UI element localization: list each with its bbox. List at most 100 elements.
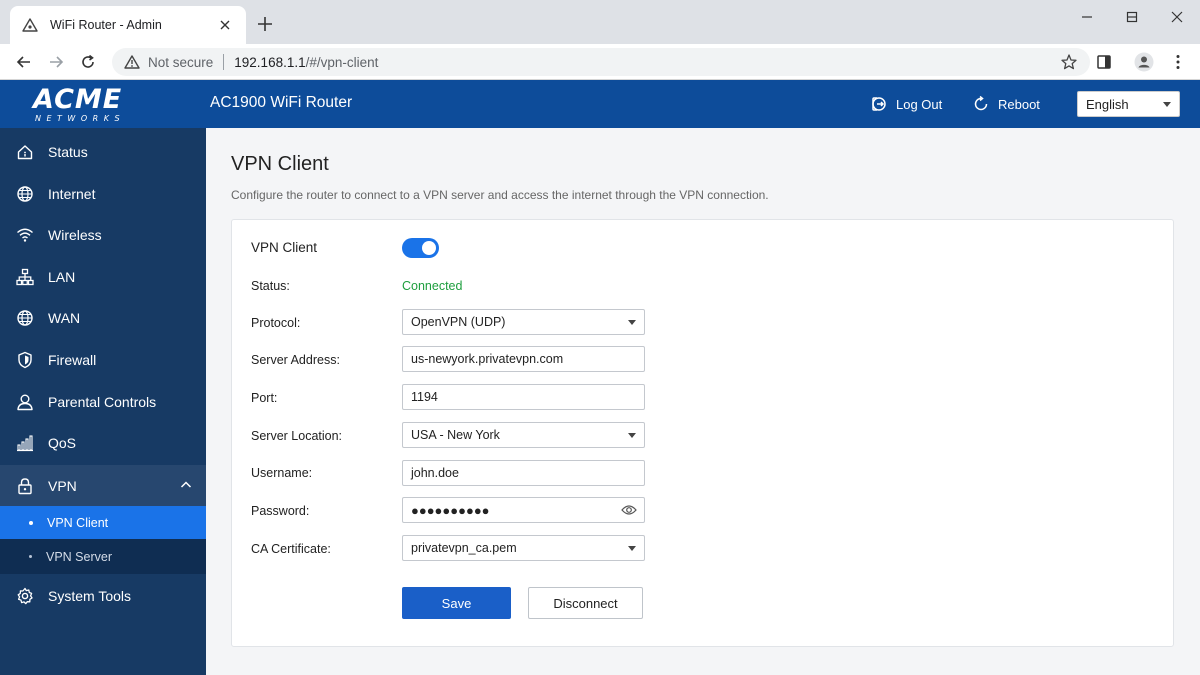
server-location-select[interactable]: USA - New York <box>402 422 645 448</box>
acme-logo[interactable]: ACME NETWORKS <box>33 86 147 124</box>
caret-down-icon <box>1163 102 1171 107</box>
sidebar-item-system-tools[interactable]: System Tools <box>0 576 206 616</box>
sidebar-item-label: Status <box>48 144 88 160</box>
caret-down-icon <box>628 546 636 551</box>
logout-button[interactable]: Log Out <box>870 94 942 114</box>
port-input[interactable]: 1194 <box>402 384 645 410</box>
sidebar-item-status[interactable]: Status <box>0 132 206 172</box>
sidebar-item-label: QoS <box>48 435 77 451</box>
chevron-up-icon <box>180 478 192 490</box>
port-label: Port: <box>251 391 278 405</box>
sidebar-subitem-vpn-client[interactable]: VPN Client <box>0 506 206 539</box>
bullet-dot-icon <box>29 520 33 525</box>
vpn-client-toggle[interactable] <box>402 238 439 258</box>
ca-certificate-value: privatevpn_ca.pem <box>411 541 517 555</box>
password-value: ●●●●●●●●●● <box>411 502 490 518</box>
logo-text: ACME <box>33 84 123 115</box>
bar-chart-icon <box>16 434 34 452</box>
sidebar-subitem-label: VPN Server <box>46 549 112 564</box>
url-path: /#/vpn-client <box>305 54 379 70</box>
back-arrow-icon[interactable] <box>14 52 34 72</box>
password-label: Password: <box>251 504 310 518</box>
sidebar-item-label: Internet <box>48 186 96 202</box>
protocol-select[interactable]: OpenVPN (UDP) <box>402 309 645 335</box>
sidebar-item-internet[interactable]: Internet <box>0 174 206 214</box>
address-bar[interactable]: Not secure 192.168.1.1/#/vpn-client <box>112 48 1090 76</box>
sidebar-item-lan[interactable]: LAN <box>0 257 206 297</box>
logo-subtext: NETWORKS <box>35 114 126 123</box>
page-description: Configure the router to connect to a VPN… <box>231 188 769 202</box>
warning-triangle-icon <box>22 17 38 33</box>
sidebar-item-wan[interactable]: WAN <box>0 298 206 338</box>
close-window-icon[interactable] <box>1166 8 1188 26</box>
browser-toolbar: Not secure 192.168.1.1/#/vpn-client <box>0 44 1200 80</box>
username-label: Username: <box>251 466 313 480</box>
new-tab-icon[interactable] <box>256 15 274 33</box>
sidebar-subitem-vpn-server[interactable]: VPN Server <box>0 540 206 573</box>
sidebar-item-label: LAN <box>48 269 76 285</box>
sidebar-item-label: Firewall <box>48 352 97 368</box>
reboot-icon <box>972 95 990 113</box>
home-icon <box>16 143 34 161</box>
warning-triangle-icon <box>124 54 140 70</box>
password-input[interactable]: ●●●●●●●●●● <box>402 497 645 523</box>
save-button[interactable]: Save <box>402 587 511 619</box>
reboot-label: Reboot <box>998 96 1040 112</box>
toggle-knob <box>422 241 436 255</box>
page-title: VPN Client <box>231 153 329 175</box>
sidebar-item-label: System Tools <box>48 588 131 604</box>
sidebar-item-vpn[interactable]: VPN <box>0 465 206 506</box>
protocol-value: OpenVPN (UDP) <box>411 315 506 329</box>
eye-icon[interactable] <box>621 503 637 517</box>
browser-menu-icon[interactable] <box>1168 52 1188 72</box>
browser-tab[interactable]: WiFi Router - Admin <box>10 6 246 44</box>
globe-icon <box>16 309 34 327</box>
close-tab-icon[interactable] <box>216 16 234 34</box>
caret-down-icon <box>628 433 636 438</box>
product-title: AC1900 WiFi Router <box>210 94 353 111</box>
maximize-window-icon[interactable] <box>1121 8 1143 26</box>
sidebar-item-wireless[interactable]: Wireless <box>0 215 206 255</box>
logout-icon <box>870 95 888 113</box>
status-label: Status: <box>251 279 290 293</box>
language-select[interactable]: English <box>1077 91 1180 117</box>
network-icon <box>16 268 34 286</box>
sidebar-item-label: Parental Controls <box>48 394 157 410</box>
sidebar-item-firewall[interactable]: Firewall <box>0 340 206 380</box>
reboot-button[interactable]: Reboot <box>972 94 1040 114</box>
sidebar: Status Internet Wireless LAN WAN Firewal… <box>0 128 206 675</box>
server-address-label: Server Address: <box>251 353 340 367</box>
sidebar-item-parental-controls[interactable]: Parental Controls <box>0 382 206 422</box>
sidebar-subitem-label: VPN Client <box>47 515 109 530</box>
forward-arrow-icon[interactable] <box>46 52 66 72</box>
username-input[interactable]: john.doe <box>402 460 645 486</box>
address-separator <box>223 54 225 70</box>
bullet-dot-icon <box>29 555 32 558</box>
logout-label: Log Out <box>896 96 943 112</box>
globe-icon <box>16 185 34 203</box>
sidebar-item-label: WAN <box>48 310 81 326</box>
profile-avatar-icon[interactable] <box>1134 52 1154 72</box>
url-text: 192.168.1.1/#/vpn-client <box>234 55 378 70</box>
server-address-input[interactable]: us-newyork.privatevpn.com <box>402 346 645 372</box>
language-value: English <box>1086 96 1129 112</box>
tab-title: WiFi Router - Admin <box>50 18 162 32</box>
port-value: 1194 <box>411 390 438 404</box>
vpn-client-form: VPN Client Status: Connected Protocol: O… <box>231 219 1174 647</box>
bookmark-star-icon[interactable] <box>1060 53 1078 71</box>
side-panel-icon[interactable] <box>1094 52 1114 72</box>
caret-down-icon <box>628 320 636 325</box>
username-value: john.doe <box>411 466 459 480</box>
vpn-client-label: VPN Client <box>251 240 318 255</box>
main-content: VPN Client Configure the router to conne… <box>206 128 1200 675</box>
sidebar-item-qos[interactable]: QoS <box>0 423 206 463</box>
disconnect-button[interactable]: Disconnect <box>528 587 643 619</box>
ca-certificate-select[interactable]: privatevpn_ca.pem <box>402 535 645 561</box>
reload-icon[interactable] <box>78 52 98 72</box>
protocol-label: Protocol: <box>251 316 301 330</box>
server-location-label: Server Location: <box>251 429 343 443</box>
shield-icon <box>16 351 34 369</box>
user-icon <box>16 393 34 411</box>
server-location-value: USA - New York <box>411 428 500 442</box>
minimize-window-icon[interactable] <box>1076 8 1098 26</box>
